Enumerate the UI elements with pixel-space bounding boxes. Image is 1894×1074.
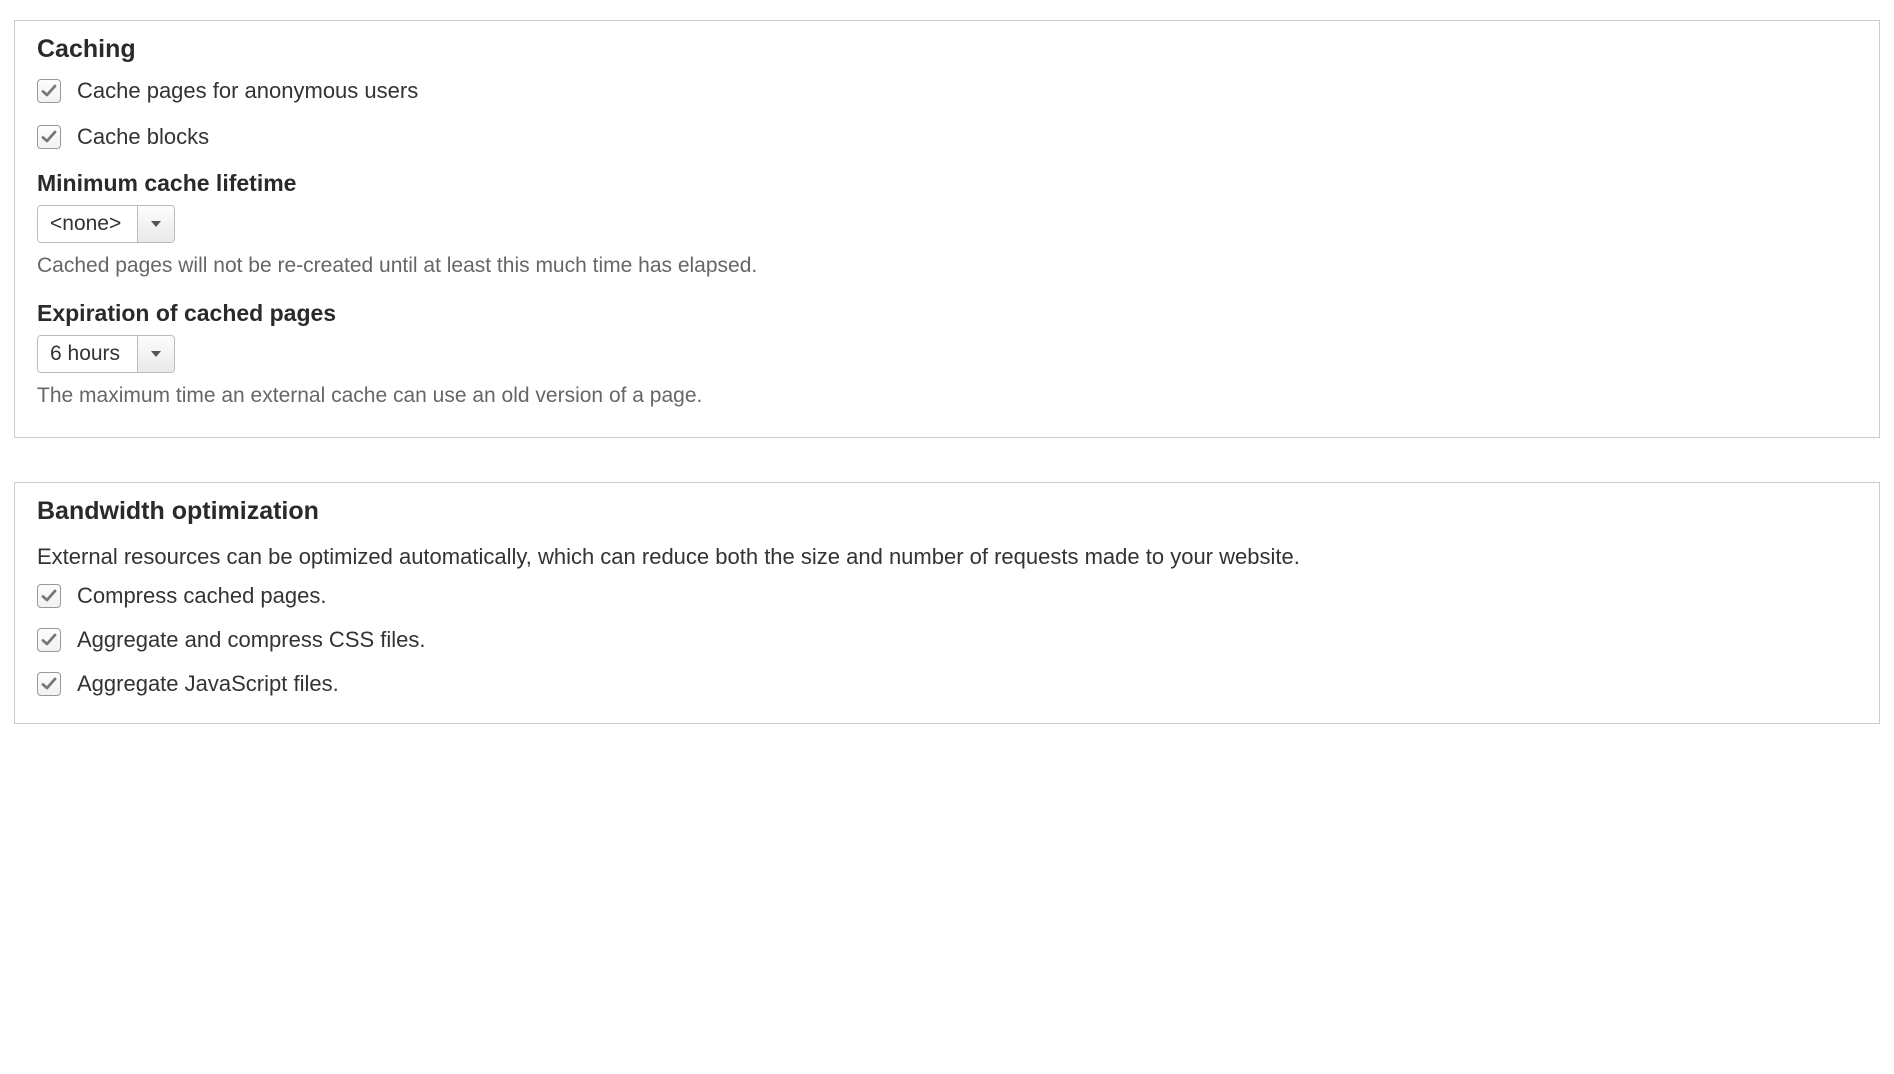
expiration-description: The maximum time an external cache can u…	[37, 381, 1857, 410]
aggregate-js-row: Aggregate JavaScript files.	[37, 671, 1857, 697]
min-lifetime-dropdown-button[interactable]	[138, 206, 174, 242]
expiration-value: 6 hours	[38, 336, 138, 372]
caching-fieldset: Caching Cache pages for anonymous users …	[14, 20, 1880, 438]
check-icon	[41, 632, 57, 648]
compress-label[interactable]: Compress cached pages.	[77, 583, 326, 609]
check-icon	[41, 83, 57, 99]
aggregate-js-checkbox[interactable]	[37, 672, 61, 696]
compress-checkbox[interactable]	[37, 584, 61, 608]
chevron-down-icon	[150, 218, 162, 230]
cache-blocks-label[interactable]: Cache blocks	[77, 124, 209, 150]
compress-row: Compress cached pages.	[37, 583, 1857, 609]
min-lifetime-description: Cached pages will not be re-created unti…	[37, 251, 1857, 280]
check-icon	[41, 588, 57, 604]
bandwidth-legend: Bandwidth optimization	[37, 497, 1857, 526]
caching-legend: Caching	[37, 35, 1857, 64]
min-lifetime-value: <none>	[38, 206, 138, 242]
aggregate-css-label[interactable]: Aggregate and compress CSS files.	[77, 627, 426, 653]
min-lifetime-select[interactable]: <none>	[37, 205, 175, 243]
cache-pages-checkbox[interactable]	[37, 79, 61, 103]
bandwidth-description: External resources can be optimized auto…	[37, 540, 1857, 573]
cache-blocks-row: Cache blocks	[37, 124, 1857, 150]
bandwidth-fieldset: Bandwidth optimization External resource…	[14, 482, 1880, 724]
check-icon	[41, 676, 57, 692]
min-lifetime-label: Minimum cache lifetime	[37, 170, 1857, 197]
expiration-dropdown-button[interactable]	[138, 336, 174, 372]
chevron-down-icon	[150, 348, 162, 360]
check-icon	[41, 129, 57, 145]
expiration-select[interactable]: 6 hours	[37, 335, 175, 373]
cache-pages-row: Cache pages for anonymous users	[37, 78, 1857, 104]
expiration-label: Expiration of cached pages	[37, 300, 1857, 327]
aggregate-css-checkbox[interactable]	[37, 628, 61, 652]
aggregate-js-label[interactable]: Aggregate JavaScript files.	[77, 671, 339, 697]
aggregate-css-row: Aggregate and compress CSS files.	[37, 627, 1857, 653]
cache-pages-label[interactable]: Cache pages for anonymous users	[77, 78, 418, 104]
cache-blocks-checkbox[interactable]	[37, 125, 61, 149]
